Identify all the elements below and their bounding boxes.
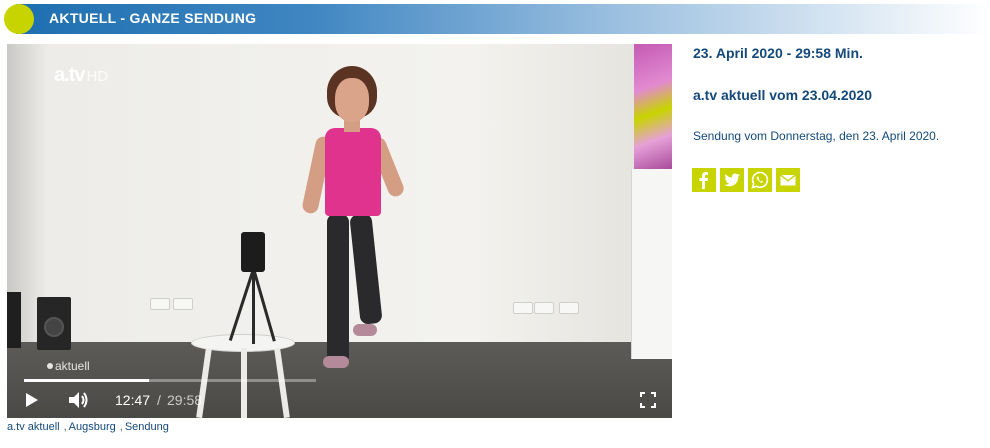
share-whatsapp-button[interactable]	[748, 168, 772, 192]
video-frame-speaker	[37, 297, 71, 350]
tag-link[interactable]: a.tv aktuell	[7, 421, 60, 433]
broadcast-description: Sendung vom Donnerstag, den 23. April 20…	[693, 129, 940, 143]
fullscreen-icon[interactable]	[640, 392, 656, 408]
program-watermark: aktuell	[47, 359, 90, 373]
duration: 29:58	[167, 392, 203, 408]
time-separator: /	[157, 392, 161, 408]
email-icon	[780, 174, 796, 186]
video-frame-cabinet	[631, 169, 672, 359]
video-frame-presenter	[301, 66, 407, 372]
share-email-button[interactable]	[776, 168, 800, 192]
video-controls: 12:47 / 29:58	[7, 382, 672, 418]
video-frame-phone	[241, 232, 265, 272]
tag-link[interactable]: Augsburg	[69, 421, 116, 433]
header-dot-icon	[4, 4, 34, 34]
broadcast-title: a.tv aktuell vom 23.04.2020	[693, 87, 872, 103]
share-twitter-button[interactable]	[720, 168, 744, 192]
video-frame-poster	[634, 44, 672, 169]
tag-link[interactable]: Sendung	[125, 421, 169, 433]
tag-list: a.tv aktuell, Augsburg, Sendung	[7, 421, 169, 433]
channel-logo: a.tv HD	[54, 64, 109, 86]
section-title: AKTUELL - GANZE SENDUNG	[49, 10, 257, 26]
section-header: AKTUELL - GANZE SENDUNG	[0, 4, 990, 34]
current-time: 12:47	[115, 392, 151, 408]
volume-icon[interactable]	[68, 390, 90, 410]
share-facebook-button[interactable]	[692, 168, 716, 192]
play-icon[interactable]	[24, 392, 40, 408]
twitter-icon	[724, 173, 740, 187]
video-player[interactable]: a.tv HD aktuell 12:47 / 29:58	[7, 44, 672, 418]
broadcast-date: 23. April 2020 - 29:58 Min.	[693, 45, 863, 61]
whatsapp-icon	[751, 171, 769, 189]
facebook-icon	[699, 172, 708, 189]
